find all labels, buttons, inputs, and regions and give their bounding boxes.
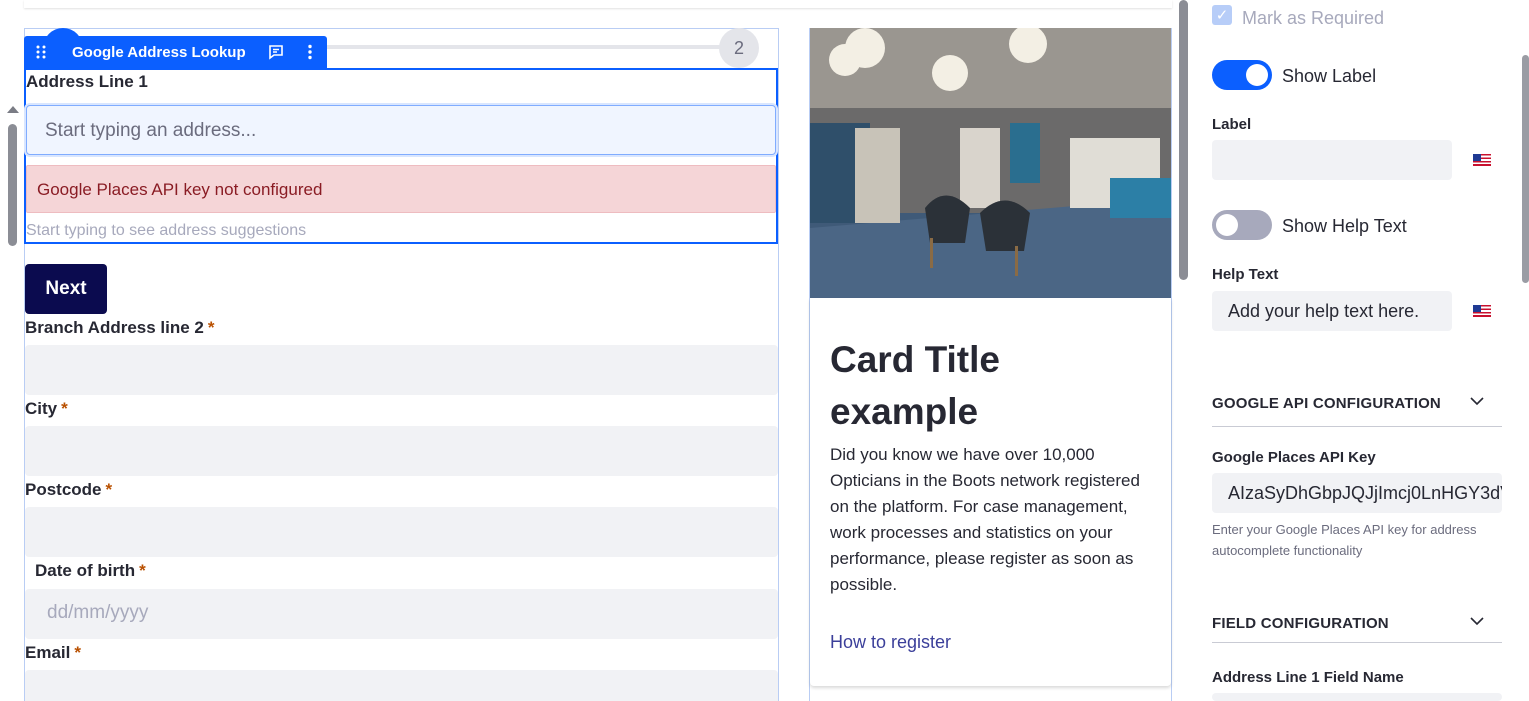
fragment-toolbar-title: Google Address Lookup	[72, 43, 246, 61]
email-input[interactable]	[25, 670, 778, 701]
date-of-birth-placeholder: dd/mm/yyyy	[47, 602, 149, 623]
api-key-value: AIzaSyDhGbpJQJjImcj0LnHGY3dV	[1228, 483, 1502, 503]
mark-as-required-label: Mark as Required	[1242, 8, 1385, 28]
required-mark: *	[61, 399, 68, 418]
date-of-birth-input[interactable]: dd/mm/yyyy	[25, 589, 778, 639]
how-to-register-link[interactable]: How to register	[830, 632, 951, 653]
required-mark: *	[74, 643, 81, 662]
field-configuration-section[interactable]: FIELD CONFIGURATION	[1212, 615, 1502, 643]
next-button[interactable]: Next	[25, 264, 107, 314]
selected-fragment-outline	[24, 68, 778, 244]
fragment-toolbar: Google Address Lookup	[24, 36, 327, 68]
canvas-vertical-scrollbar-thumb[interactable]	[1179, 0, 1188, 280]
show-label-toggle[interactable]	[1212, 60, 1272, 90]
api-key-error-alert: Google Places API key not configured	[26, 165, 776, 213]
card-text: Did you know we have over 10,000 Opticia…	[830, 445, 1140, 594]
chevron-down-icon[interactable]	[1470, 613, 1484, 630]
show-help-text-toggle[interactable]	[1212, 210, 1272, 240]
checkmark-icon: ✓	[1215, 7, 1229, 24]
help-text-input[interactable]: Add your help text here.	[1212, 291, 1452, 331]
required-mark: *	[207, 318, 215, 337]
panel-scrollbar-thumb[interactable]	[1522, 55, 1529, 283]
scroll-up-arrow-icon[interactable]	[7, 106, 19, 113]
help-text-field-label: Help Text	[1212, 266, 1279, 283]
more-options-icon[interactable]	[293, 44, 327, 60]
card-image	[810, 28, 1171, 298]
card-title: Card Title example	[830, 339, 1000, 432]
comment-icon[interactable]	[259, 44, 293, 60]
address-hint: Start typing to see address suggestions	[26, 222, 307, 239]
postcode-input[interactable]	[25, 507, 778, 557]
page-canvas: 2 Google Address Lookup Address Line 1 S…	[0, 0, 1176, 701]
toggle-knob	[1246, 64, 1268, 86]
top-fragment-edge	[24, 0, 1172, 8]
show-help-text-label: Show Help Text	[1282, 216, 1407, 236]
field-label-text: Branch Address line 2	[25, 318, 204, 337]
date-of-birth-label: Date of birth *	[35, 561, 146, 581]
field-label-text: City	[25, 399, 58, 418]
help-text-placeholder: Add your help text here.	[1228, 301, 1420, 321]
branch-address-line-2-label: Branch Address line 2 *	[25, 318, 215, 338]
label-input[interactable]	[1212, 140, 1452, 180]
address-line-1-label: Address Line 1	[26, 72, 148, 91]
address-line-1-field-name-label: Address Line 1 Field Name	[1212, 669, 1404, 686]
email-label: Email *	[25, 643, 81, 663]
show-label-text: Show Label	[1282, 66, 1377, 86]
us-flag-icon[interactable]	[1473, 154, 1491, 166]
city-label: City *	[25, 399, 68, 419]
chevron-down-icon[interactable]	[1470, 393, 1484, 410]
us-flag-icon[interactable]	[1473, 305, 1491, 317]
field-label-text: Email	[25, 643, 71, 662]
canvas-scrollbar-thumb[interactable]	[8, 124, 17, 246]
google-api-configuration-section[interactable]: GOOGLE API CONFIGURATION	[1212, 395, 1502, 427]
section-title: FIELD CONFIGURATION	[1212, 615, 1389, 632]
card: Card Title example Did you know we have …	[810, 298, 1171, 686]
field-label-text: Date of birth	[35, 561, 136, 580]
step-progress-bar	[320, 45, 725, 49]
address-line-1-input[interactable]: Start typing an address...	[26, 105, 776, 155]
drag-handle-icon[interactable]	[24, 45, 58, 59]
required-mark: *	[139, 561, 146, 580]
api-key-input[interactable]: AIzaSyDhGbpJQJjImcj0LnHGY3dV	[1212, 473, 1502, 513]
field-label-text: Postcode	[25, 480, 102, 499]
section-title: GOOGLE API CONFIGURATION	[1212, 395, 1441, 412]
branch-address-line-2-input[interactable]	[25, 345, 778, 395]
api-key-label: Google Places API Key	[1212, 449, 1376, 466]
required-mark: *	[105, 480, 113, 499]
configuration-panel	[1192, 0, 1529, 701]
address-line-1-field-name-input[interactable]	[1212, 693, 1502, 701]
step-indicator-2[interactable]: 2	[719, 28, 759, 68]
api-key-help-text: Enter your Google Places API key for add…	[1212, 522, 1477, 558]
step-number: 2	[733, 37, 744, 58]
city-input[interactable]	[25, 426, 778, 476]
mark-as-required-checkbox[interactable]: ✓	[1212, 5, 1232, 25]
toggle-knob	[1216, 214, 1238, 236]
address-line-1-placeholder: Start typing an address...	[45, 120, 257, 141]
label-field-label: Label	[1212, 116, 1252, 133]
postcode-label: Postcode *	[25, 480, 112, 500]
